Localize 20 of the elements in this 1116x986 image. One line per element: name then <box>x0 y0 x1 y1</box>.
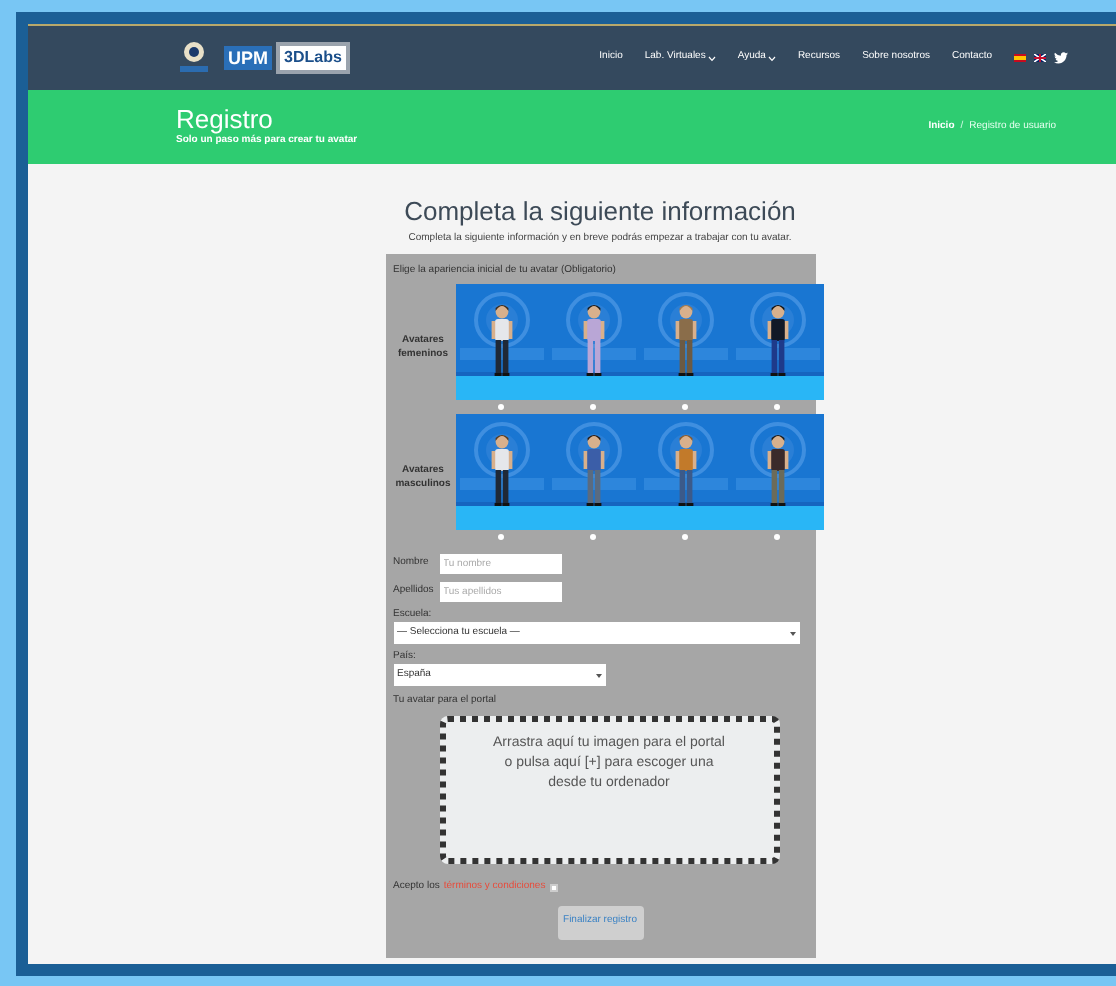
checkbox[interactable] <box>549 883 558 892</box>
emblem-icon <box>176 40 212 76</box>
flag-icon[interactable] <box>1034 54 1046 62</box>
radio-button[interactable] <box>682 534 688 540</box>
form-title: Completa la siguiente información <box>404 196 796 226</box>
radio-button[interactable] <box>590 404 596 410</box>
caret-icon <box>707 55 716 61</box>
radio-button[interactable] <box>682 404 688 410</box>
caret-icon <box>789 631 795 635</box>
radio-button[interactable] <box>774 534 780 540</box>
radio-button[interactable] <box>774 404 780 410</box>
radio-button[interactable] <box>498 534 504 540</box>
logo-text: UPM <box>224 46 272 70</box>
radio-button[interactable] <box>590 534 596 540</box>
logo-text: 3DLabs <box>276 42 350 74</box>
bird-icon[interactable] <box>1054 52 1068 64</box>
page-title: Registro <box>176 106 275 134</box>
caret-icon <box>767 55 776 61</box>
caret-icon <box>595 673 601 677</box>
radio-button[interactable] <box>498 404 504 410</box>
